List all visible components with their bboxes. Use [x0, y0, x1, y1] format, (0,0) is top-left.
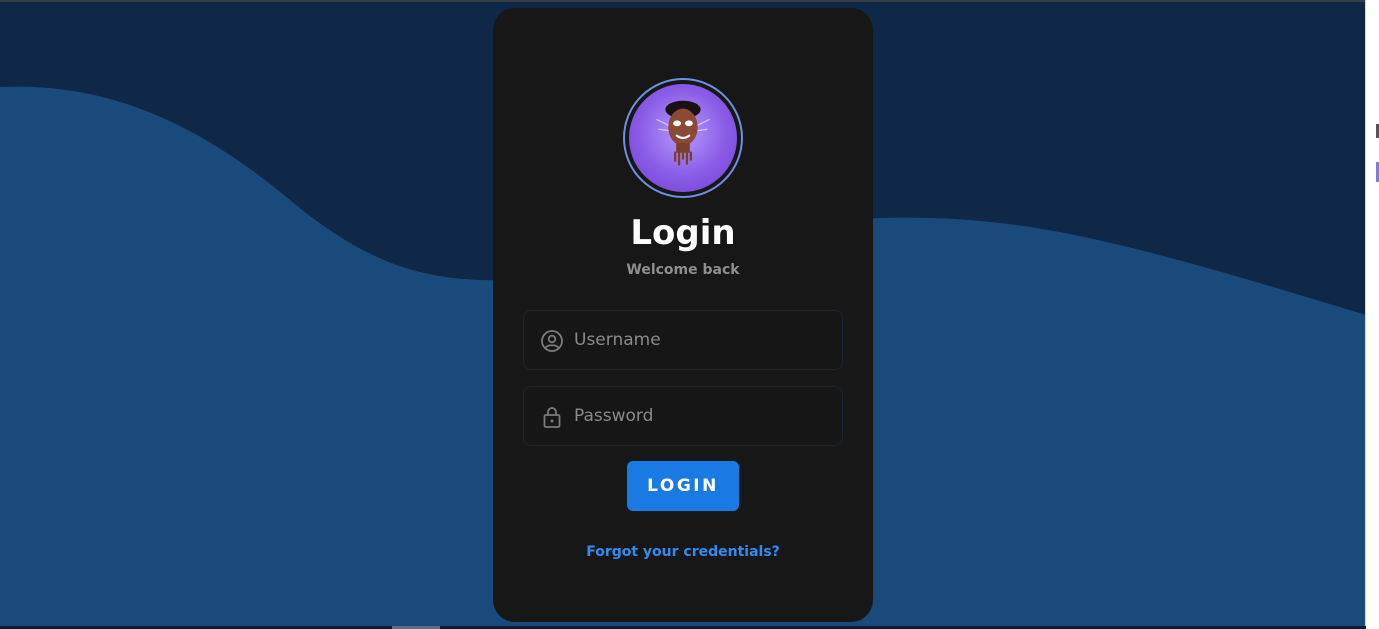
login-page: Login Welcome back LOGIN [0, 0, 1379, 629]
username-field[interactable] [523, 310, 843, 370]
password-field[interactable] [523, 386, 843, 446]
login-card: Login Welcome back LOGIN [493, 8, 873, 622]
username-input[interactable] [574, 311, 834, 369]
page-title: Login [630, 213, 736, 253]
right-scrollbar[interactable] [1365, 0, 1379, 629]
user-avatar-illustration-icon [656, 100, 710, 166]
page-subtitle: Welcome back [626, 262, 740, 278]
avatar-ring [623, 78, 743, 198]
password-input[interactable] [574, 387, 834, 445]
lock-icon [540, 405, 564, 429]
login-button[interactable]: LOGIN [627, 461, 739, 511]
forgot-credentials-link[interactable]: Forgot your credentials? [493, 543, 873, 561]
avatar [629, 84, 737, 192]
user-circle-icon [540, 329, 564, 353]
